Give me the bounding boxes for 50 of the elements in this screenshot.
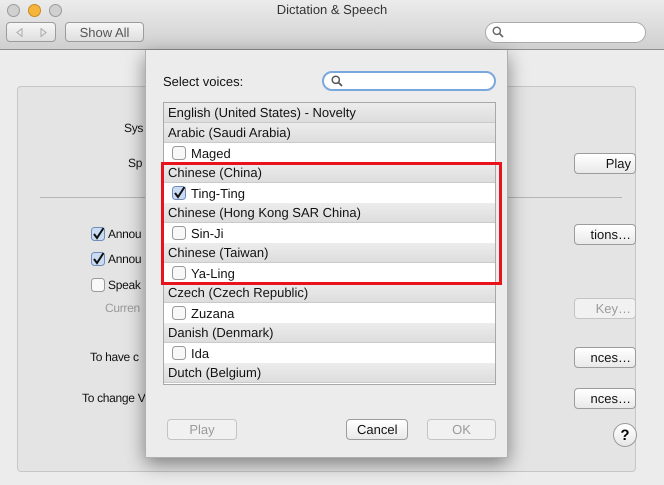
language-header: Arabic (Saudi Arabia): [164, 123, 495, 143]
setting-label: Curren: [105, 301, 140, 315]
setting-button[interactable]: nces…: [574, 346, 636, 368]
language-header: Danish (Denmark): [164, 323, 495, 343]
voice-name: Ting-Ting: [191, 186, 245, 200]
voice-name: Ida: [191, 346, 210, 360]
option-checkbox[interactable]: [91, 227, 105, 241]
voice-checkbox[interactable]: [172, 226, 186, 240]
select-voices-label: Select voices:: [163, 74, 244, 88]
close-icon[interactable]: [7, 4, 20, 16]
setting-label: Annou: [108, 227, 142, 241]
language-header: Czech (Czech Republic): [164, 283, 495, 303]
setting-label: To change V: [82, 391, 146, 405]
voice-name: Ya-Ling: [191, 266, 235, 280]
voice-name: Maged: [191, 146, 231, 160]
setting-label: To have c: [90, 350, 139, 364]
help-button[interactable]: ?: [613, 423, 637, 447]
option-checkbox[interactable]: [91, 278, 105, 292]
show-all-button[interactable]: Show All: [65, 22, 144, 42]
search-field[interactable]: [322, 71, 496, 91]
setting-label: Sp: [128, 156, 142, 170]
setting-label: Sys: [124, 121, 144, 135]
voice-checkbox[interactable]: [172, 266, 186, 280]
voice-name: Sin-Ji: [191, 226, 224, 240]
language-header: Dutch (Belgium): [164, 363, 495, 383]
window-title: Dictation & Speech: [276, 2, 388, 17]
zoom-icon[interactable]: [49, 4, 62, 16]
voice-name: Zuzana: [191, 306, 234, 320]
dialog-button[interactable]: Cancel: [346, 419, 408, 440]
setting-button[interactable]: tions…: [574, 224, 636, 244]
search-icon: [331, 75, 343, 87]
setting-label: Speak: [108, 278, 141, 292]
setting-button[interactable]: Play: [574, 152, 636, 174]
language-header: Chinese (Taiwan): [164, 243, 495, 263]
option-checkbox[interactable]: [91, 252, 105, 266]
voice-checkbox[interactable]: [172, 306, 186, 320]
language-header: Chinese (Hong Kong SAR China): [164, 203, 495, 223]
search-field[interactable]: [485, 22, 646, 42]
language-header: English (United States) - Novelty: [164, 103, 495, 123]
setting-label: Annou: [108, 252, 142, 266]
setting-button[interactable]: nces…: [574, 388, 636, 408]
language-header: Chinese (China): [164, 163, 495, 183]
back-arrow-icon: [16, 28, 22, 36]
voice-checkbox[interactable]: [172, 346, 186, 360]
forward-arrow-icon: [40, 28, 46, 36]
voice-checkbox[interactable]: [172, 146, 186, 160]
voice-checkbox[interactable]: [172, 186, 186, 200]
back-forward-buttons[interactable]: [6, 22, 56, 42]
search-icon: [492, 26, 504, 38]
minimize-icon[interactable]: [28, 4, 41, 16]
